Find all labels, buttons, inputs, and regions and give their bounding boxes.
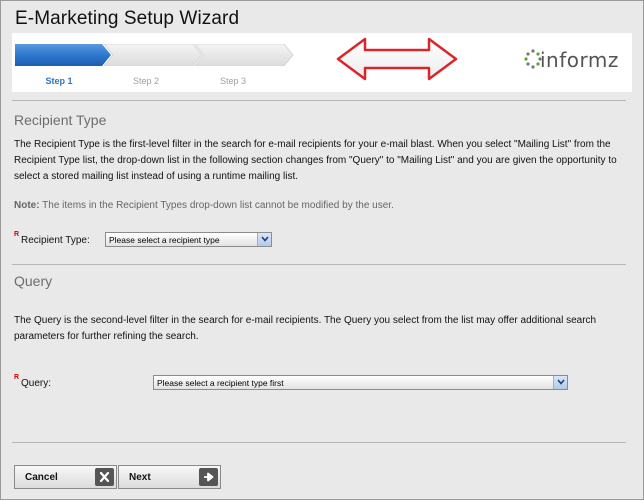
double-arrow-icon [336,37,458,81]
recipient-type-note: Note: The items in the Recipient Types d… [14,200,394,211]
divider [12,442,626,443]
next-button[interactable]: Next [118,465,221,489]
cancel-button[interactable]: Cancel [14,465,117,489]
recipient-type-label: Recipient Type: [21,235,90,246]
note-label: Note: [14,200,40,211]
arrow-right-icon[interactable] [199,468,218,486]
chevron-down-icon[interactable] [553,376,567,389]
cancel-button-label: Cancel [25,472,58,483]
recipient-type-description: The Recipient Type is the first-level fi… [14,139,617,182]
step-segment-1 [15,44,111,66]
divider [12,100,626,101]
note-text: The items in the Recipient Types drop-do… [39,200,394,211]
query-select-value: Please select a recipient type first [157,378,284,388]
query-label: Query: [21,378,52,389]
required-marker: R [14,231,20,238]
query-select[interactable]: Please select a recipient type first [153,375,568,390]
step-segment-3 [194,44,294,66]
next-button-label: Next [129,472,151,483]
query-description: The Query is the second-level filter in … [14,315,597,342]
step-progress-bar [15,44,294,66]
recipient-type-select[interactable]: Please select a recipient type [105,232,272,247]
logo-text: informz [540,48,619,72]
step-1-label: Step 1 [45,76,73,86]
step-3-label: Step 3 [219,76,247,86]
recipient-type-select-value: Please select a recipient type [109,235,220,245]
informz-logo: informz [524,46,628,78]
step-2-label: Step 2 [132,76,160,86]
close-icon[interactable] [95,468,114,486]
wizard-window: E-Marketing Setup Wizard Step 1 Step 2 S… [0,0,644,500]
window-title: E-Marketing Setup Wizard [15,8,240,29]
divider [12,264,626,265]
query-heading: Query [14,273,53,289]
wizard-header: Step 1 Step 2 Step 3 informz [12,33,632,92]
step-segment-2 [103,44,203,66]
required-marker: R [14,374,20,381]
recipient-type-heading: Recipient Type [14,112,107,128]
chevron-down-icon[interactable] [257,233,271,246]
